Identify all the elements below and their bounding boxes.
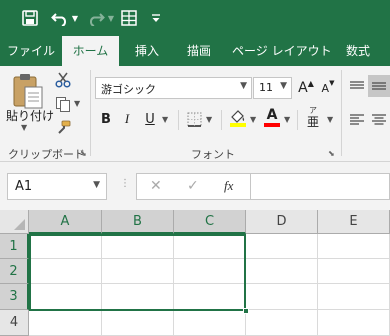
column-header-a[interactable]: A: [29, 210, 102, 234]
row-header-4[interactable]: 4: [0, 310, 29, 336]
group-divider: [341, 70, 342, 156]
bold-button[interactable]: B: [98, 109, 114, 129]
column-header-c[interactable]: C: [174, 210, 246, 234]
grow-font-button[interactable]: A ▲: [296, 78, 316, 98]
font-color-label: A: [266, 107, 278, 123]
font-name-value: 游ゴシック: [101, 83, 156, 96]
cell-e3[interactable]: [318, 284, 390, 310]
font-group-label: フォント: [191, 148, 235, 161]
chevron-down-icon[interactable]: ▼: [240, 81, 247, 91]
borders-dropdown-icon[interactable]: ▼: [206, 115, 212, 124]
enter-button[interactable]: ✓: [187, 178, 199, 194]
cell-a4[interactable]: [29, 310, 102, 336]
font-size-combo[interactable]: 11 ▼: [253, 77, 292, 99]
cell-c4[interactable]: [174, 310, 246, 336]
font-color-button[interactable]: A: [262, 107, 282, 129]
fill-color-dropdown-icon[interactable]: ▼: [250, 115, 256, 124]
font-color-dropdown-icon[interactable]: ▼: [284, 115, 290, 124]
grow-font-label: A: [298, 80, 308, 96]
column-header-e[interactable]: E: [318, 210, 390, 234]
tab-formulas[interactable]: 数式: [336, 36, 380, 66]
paste-dropdown-icon[interactable]: ▼: [21, 123, 27, 132]
redo-icon[interactable]: [86, 8, 106, 28]
tab-file[interactable]: ファイル: [6, 36, 56, 66]
cell-e1[interactable]: [318, 234, 390, 259]
chevron-down-icon[interactable]: ▼: [280, 81, 287, 91]
shrink-font-button[interactable]: A ▼: [318, 78, 338, 98]
italic-button[interactable]: I: [119, 109, 135, 129]
selection-range[interactable]: [29, 234, 246, 311]
phonetic-guide-button[interactable]: ア 亜: [304, 106, 322, 130]
font-size-value: 11: [259, 81, 273, 94]
clipboard-launcher-icon[interactable]: ⬊: [80, 149, 87, 158]
ribbon-tabs: ファイル ホーム 挿入 描画 ページ レイアウト 数式: [0, 36, 390, 66]
font-color-swatch: [264, 123, 280, 127]
font-launcher-icon[interactable]: ⬊: [328, 149, 335, 158]
cell-d1[interactable]: [246, 234, 318, 259]
undo-icon[interactable]: [50, 8, 70, 28]
tab-draw[interactable]: 描画: [178, 36, 220, 66]
cancel-button[interactable]: ✕: [150, 178, 162, 194]
column-header-b[interactable]: B: [102, 210, 174, 234]
tab-home[interactable]: ホーム: [62, 36, 119, 66]
save-icon[interactable]: [19, 8, 41, 28]
cell-e2[interactable]: [318, 259, 390, 284]
row-header-2[interactable]: 2: [0, 259, 29, 284]
align-center-icon[interactable]: [370, 111, 388, 129]
fill-handle[interactable]: [243, 308, 249, 314]
row-header-1[interactable]: 1: [0, 234, 29, 259]
clipboard-group-label: クリップボード: [8, 148, 85, 161]
group-divider: [90, 70, 91, 156]
divider: [297, 110, 298, 130]
tab-page-layout[interactable]: ページ レイアウト: [232, 36, 332, 66]
cell-d2[interactable]: [246, 259, 318, 284]
drag-handle-icon[interactable]: ⋮: [120, 178, 130, 189]
align-top-icon[interactable]: [348, 78, 366, 96]
align-left-icon[interactable]: [348, 111, 366, 129]
cell-b4[interactable]: [102, 310, 174, 336]
formula-buttons: ✕ ✓ fx: [136, 173, 251, 200]
quick-access-toolbar: ▼ ▼: [0, 0, 390, 36]
format-painter-icon[interactable]: [53, 118, 73, 138]
divider: [221, 110, 222, 130]
table-icon[interactable]: [120, 8, 138, 28]
divider: [178, 110, 179, 130]
cell-d4[interactable]: [246, 310, 318, 336]
paste-button-label[interactable]: 貼り付け: [6, 107, 54, 124]
name-box-value: A1: [15, 179, 33, 194]
row-header-3[interactable]: 3: [0, 284, 29, 310]
phonetic-label: ア: [309, 106, 317, 115]
column-header-d[interactable]: D: [246, 210, 318, 234]
customize-qat-icon[interactable]: [150, 8, 162, 28]
name-box[interactable]: A1 ▼: [7, 173, 107, 200]
underline-button[interactable]: U: [142, 109, 158, 129]
cell-d3[interactable]: [246, 284, 318, 310]
underline-dropdown-icon[interactable]: ▼: [162, 115, 168, 124]
cell-e4[interactable]: [318, 310, 390, 336]
redo-dropdown-icon[interactable]: ▼: [106, 8, 116, 28]
tab-insert[interactable]: 挿入: [127, 36, 167, 66]
phonetic-dropdown-icon[interactable]: ▼: [327, 115, 333, 124]
formula-bar: A1 ▼ ⋮ ✕ ✓ fx: [0, 162, 390, 210]
chevron-down-icon[interactable]: ▼: [93, 180, 100, 190]
shrink-font-label: A: [321, 81, 330, 95]
align-middle-icon[interactable]: [368, 75, 390, 97]
copy-icon[interactable]: [53, 94, 73, 114]
cut-icon[interactable]: [53, 70, 73, 90]
borders-icon[interactable]: [184, 109, 204, 129]
paste-icon[interactable]: [8, 72, 48, 110]
select-all-button[interactable]: [0, 210, 29, 234]
font-name-combo[interactable]: 游ゴシック ▼: [95, 77, 252, 99]
copy-dropdown-icon[interactable]: ▼: [74, 99, 80, 108]
ribbon-home: 貼り付け ▼ ▼ クリップボード ⬊ 游ゴシック ▼ 11 ▼ A ▲ A ▼ B …: [0, 66, 390, 162]
undo-dropdown-icon[interactable]: ▼: [70, 8, 80, 28]
insert-function-button[interactable]: fx: [224, 178, 233, 194]
formula-input[interactable]: [251, 173, 390, 200]
fill-color-icon[interactable]: [228, 107, 248, 129]
worksheet-grid[interactable]: A B C D E 1 2 3 4: [0, 210, 390, 336]
